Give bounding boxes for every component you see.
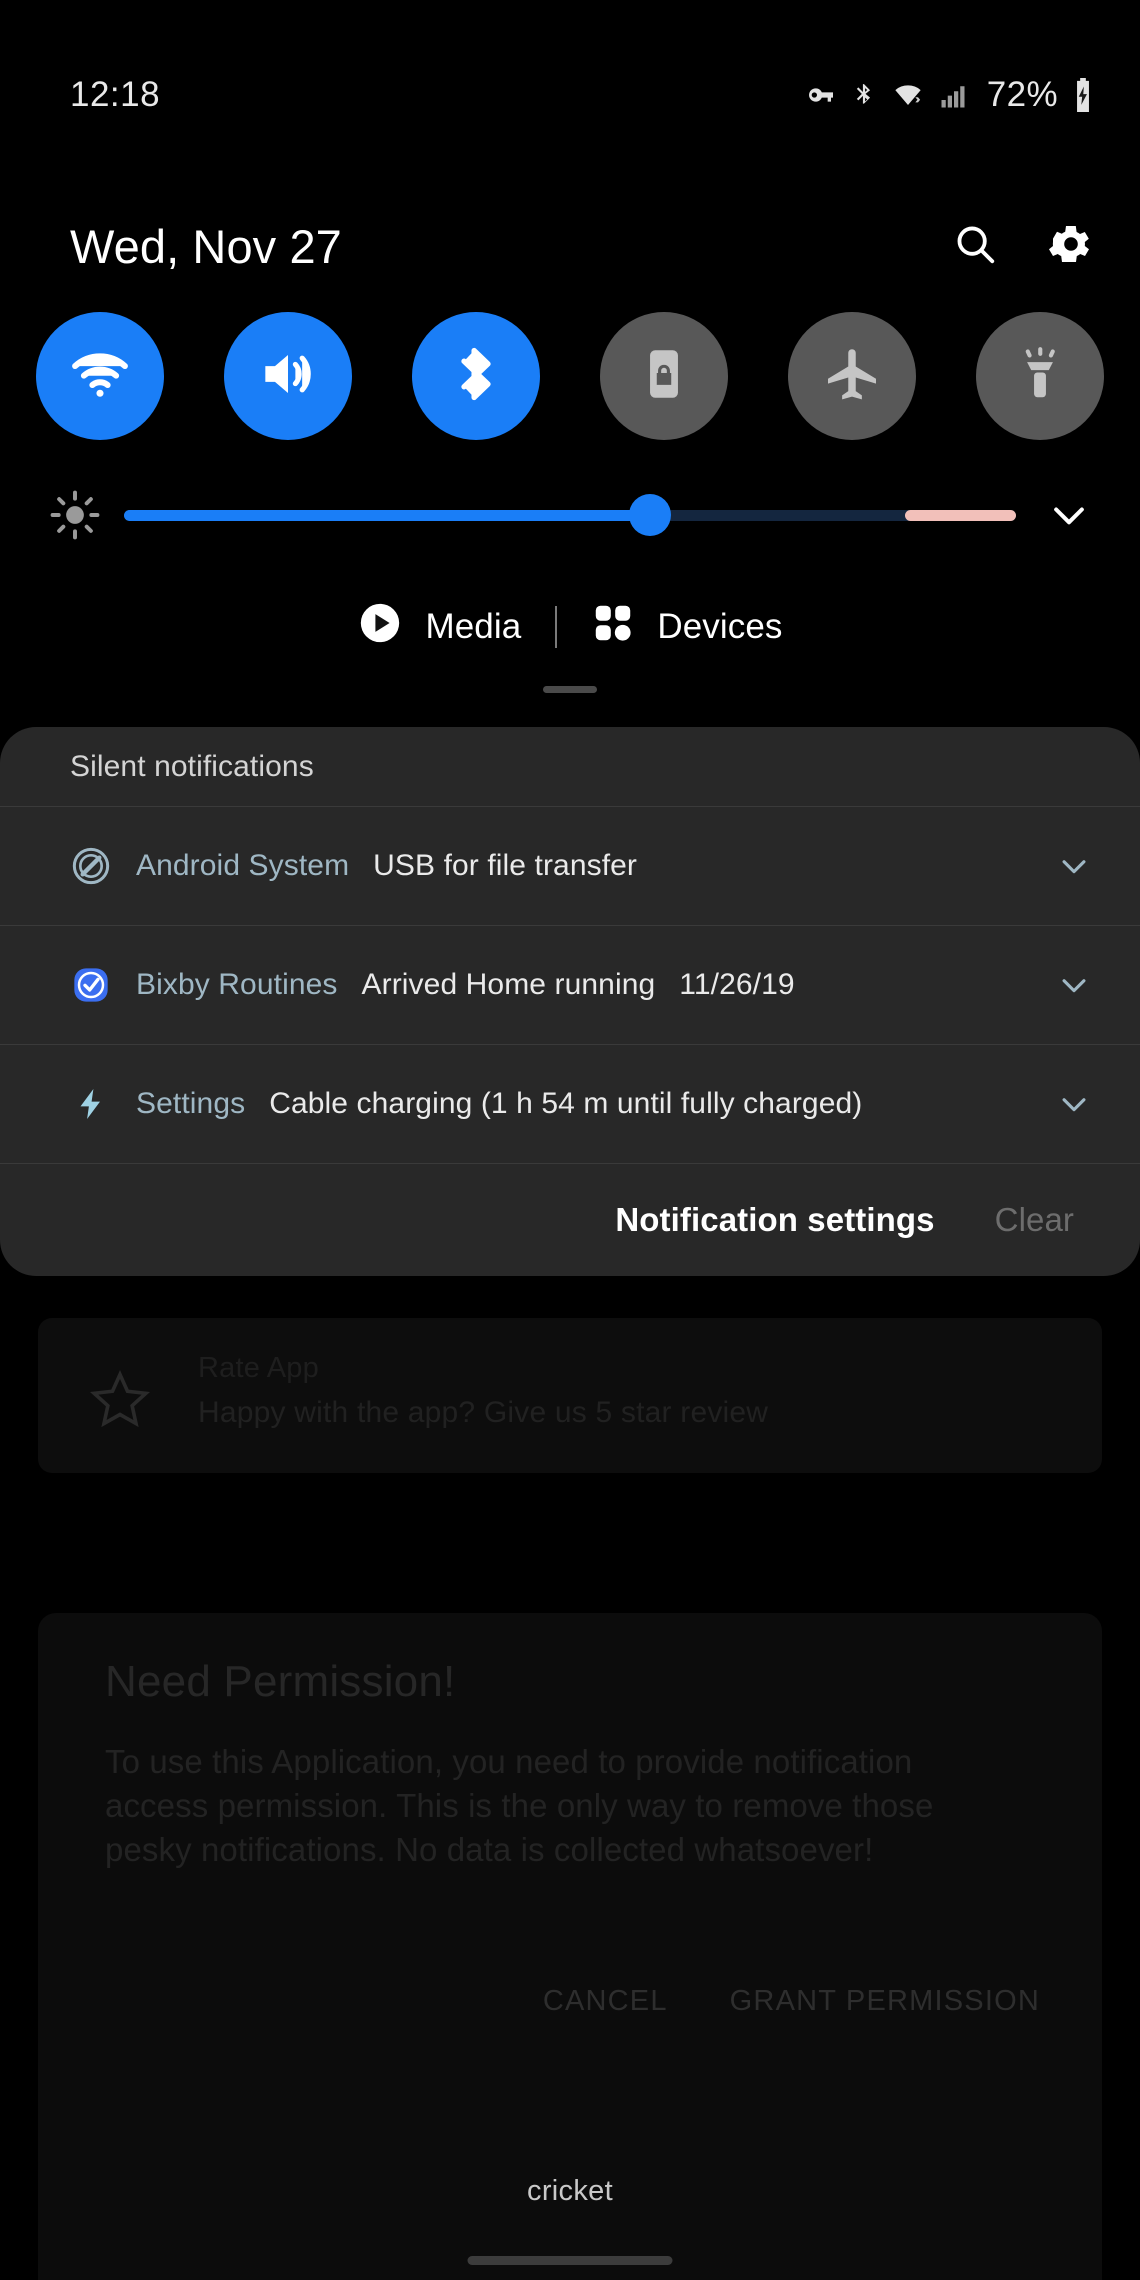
qs-tile-bluetooth[interactable]: [412, 312, 540, 440]
notification-text: Cable charging (1 h 54 m until fully cha…: [269, 1087, 863, 1120]
bixby-routines-icon: [70, 964, 112, 1006]
notification-app-name: Settings: [136, 1087, 246, 1120]
signal-bars-icon: [939, 80, 969, 110]
qs-tile-airplane-mode[interactable]: [788, 312, 916, 440]
rotation-lock-icon: [633, 343, 695, 410]
charging-bolt-icon: [70, 1083, 112, 1125]
gear-icon[interactable]: [1046, 220, 1094, 273]
chevron-down-icon[interactable]: [1052, 963, 1096, 1007]
rate-app-title: Rate App: [198, 1352, 319, 1384]
shade-date: Wed, Nov 27: [70, 219, 342, 273]
qs-tile-sound[interactable]: [224, 312, 352, 440]
notification-text: Arrived Home running: [361, 968, 656, 1001]
permission-dialog-body: To use this Application, you need to pro…: [105, 1743, 934, 1868]
brightness-icon: [44, 484, 106, 546]
notification-timestamp: 11/26/19: [679, 968, 795, 1001]
slider-warm-segment: [904, 509, 1016, 521]
devices-button[interactable]: Devices: [591, 601, 782, 654]
airplane-icon: [820, 342, 884, 411]
status-icon-group: 72%: [805, 75, 1094, 115]
media-devices-divider: [555, 606, 558, 648]
battery-percentage: 72%: [986, 75, 1058, 114]
shade-header-actions: [952, 220, 1094, 273]
play-circle-icon: [357, 600, 403, 655]
wifi-icon: [891, 79, 925, 111]
qs-tile-flashlight[interactable]: [976, 312, 1104, 440]
slider-fill: [124, 509, 651, 521]
vpn-key-icon: [805, 79, 837, 111]
notification-panel-footer: Notification settings Clear: [0, 1164, 1140, 1276]
qs-tile-auto-rotate[interactable]: [600, 312, 728, 440]
devices-grid-icon: [591, 601, 635, 654]
status-bar: 12:18 72%: [0, 0, 1140, 150]
chevron-down-icon[interactable]: [1038, 484, 1100, 546]
notification-panel: Silent notifications Android System USB …: [0, 727, 1140, 1276]
devices-label: Devices: [657, 607, 783, 646]
notification-row-android-system[interactable]: Android System USB for file transfer: [0, 807, 1140, 926]
media-label: Media: [425, 607, 522, 646]
notification-row-settings-charging[interactable]: Settings Cable charging (1 h 54 m until …: [0, 1045, 1140, 1164]
qs-tile-wifi[interactable]: [36, 312, 164, 440]
permission-dialog-title: Need Permission!: [105, 1657, 456, 1706]
star-outline-icon: [88, 1368, 152, 1430]
notification-app-name: Bixby Routines: [136, 968, 338, 1001]
flashlight-icon: [1009, 343, 1071, 410]
chevron-down-icon[interactable]: [1052, 1082, 1096, 1126]
rate-app-subtitle: Happy with the app? Give us 5 star revie…: [198, 1396, 769, 1429]
battery-charging-icon: [1072, 78, 1094, 112]
status-clock: 12:18: [70, 75, 161, 114]
clear-button[interactable]: Clear: [995, 1201, 1074, 1239]
notification-app-name: Android System: [136, 849, 350, 882]
shade-drag-handle[interactable]: [543, 686, 597, 693]
gesture-home-bar[interactable]: [467, 2256, 673, 2265]
permission-dialog-actions: CANCEL GRANT PERMISSION: [38, 1985, 1102, 2018]
volume-icon: [254, 340, 322, 413]
silent-notifications-header: Silent notifications: [0, 727, 1140, 807]
notification-row-bixby-routines[interactable]: Bixby Routines Arrived Home running 11/2…: [0, 926, 1140, 1045]
brightness-row: [0, 478, 1140, 552]
carrier-label: cricket: [527, 2175, 613, 2207]
cancel-button[interactable]: CANCEL: [543, 1985, 668, 2018]
quick-settings-tiles: [0, 312, 1140, 440]
bluetooth-icon: [444, 342, 508, 411]
bluetooth-icon: [851, 78, 877, 112]
android-system-icon: [70, 845, 112, 887]
search-icon[interactable]: [952, 221, 998, 272]
media-button[interactable]: Media: [357, 600, 521, 655]
brightness-slider[interactable]: [124, 494, 1016, 536]
grant-permission-button[interactable]: GRANT PERMISSION: [730, 1985, 1040, 2018]
slider-thumb[interactable]: [629, 494, 672, 536]
notification-text: USB for file transfer: [373, 849, 638, 882]
wifi-icon: [66, 340, 134, 413]
chevron-down-icon[interactable]: [1052, 844, 1096, 888]
notification-settings-button[interactable]: Notification settings: [615, 1201, 934, 1239]
media-devices-row: Media Devices: [0, 592, 1140, 662]
shade-header: Wed, Nov 27: [0, 190, 1140, 302]
